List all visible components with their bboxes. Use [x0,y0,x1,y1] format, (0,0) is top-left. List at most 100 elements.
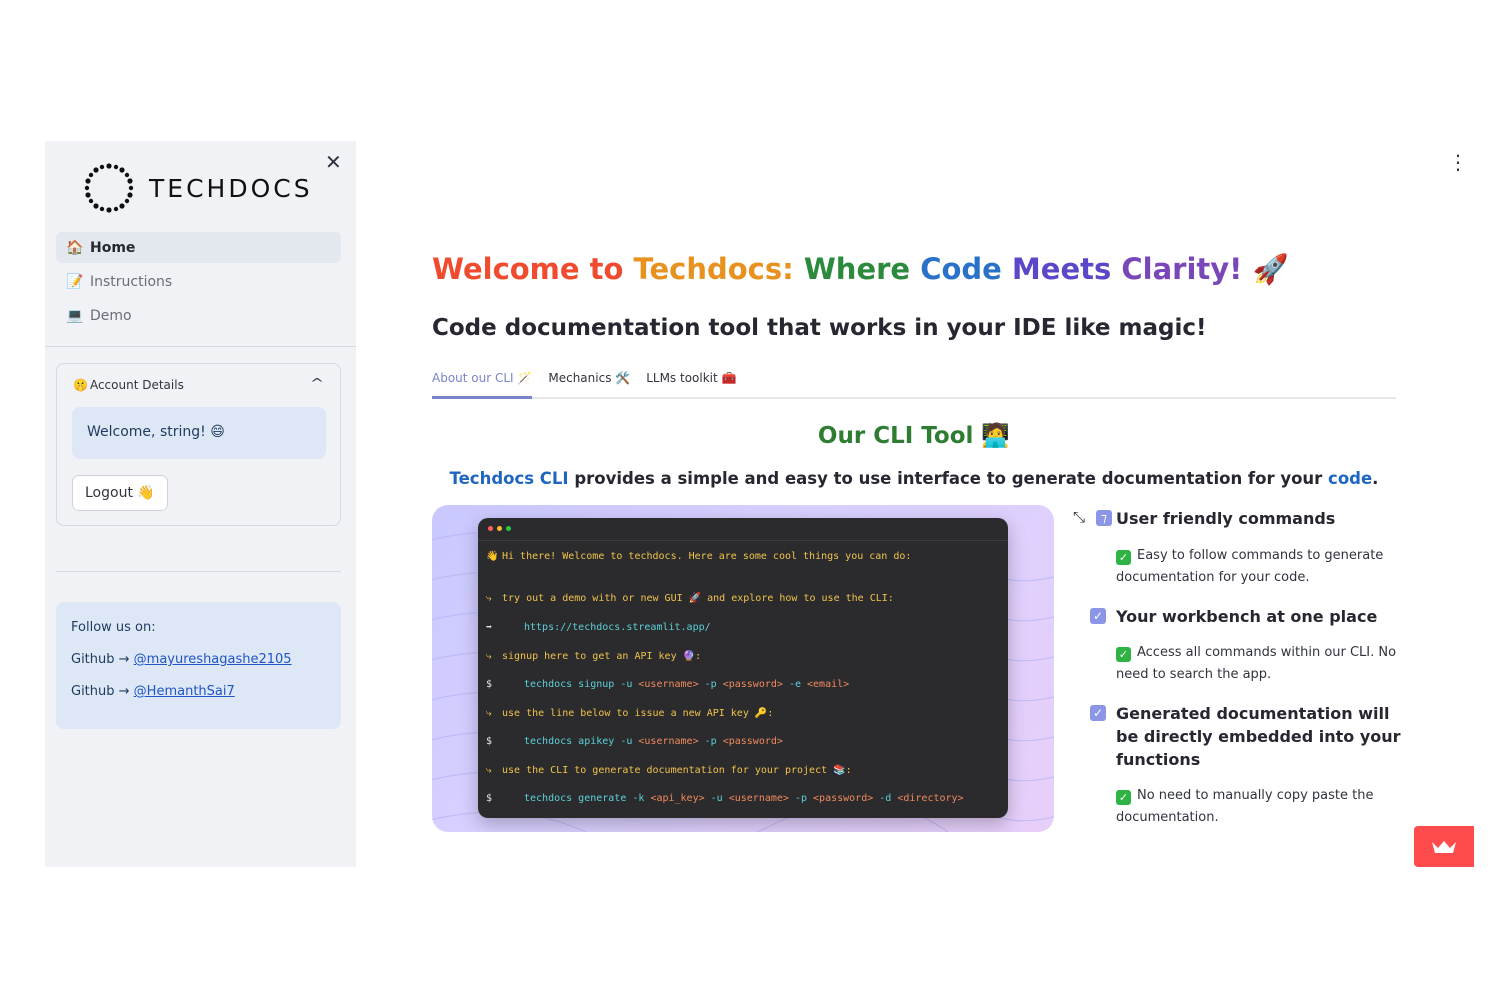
title-part: Clarity! [1121,252,1253,286]
code-text: code [1328,469,1373,488]
terminal-cmd: techdocs signup -u [524,679,639,690]
memo-icon: 📝 [66,273,84,290]
terminal-cmd: techdocs apikey -u [524,736,639,747]
terminal-line: ➡ https://techdocs.streamlit.app/ [486,622,711,633]
page-title: Welcome to Techdocs: Where Code Meets Cl… [432,252,1289,287]
terminal-arg: <username> [638,736,699,747]
tab-llms-toolkit[interactable]: LLMs toolkit 🧰 [646,369,736,399]
terminal-line: $ techdocs generate -k <api_key> -u <user… [486,793,964,804]
link-prefix: Github → [71,684,134,699]
close-dot-icon [488,526,493,531]
terminal-text: and explore how to use the CLI: [707,593,894,604]
desc-text: . [1372,469,1379,488]
maximize-dot-icon [506,526,511,531]
green-check-icon: ✓ [1116,647,1131,662]
follow-link-row: Github → @mayureshagashe2105 [71,652,326,667]
section-title: Our CLI Tool 🧑‍💻 [817,423,1011,449]
feature-title: Generated documentation will be directly… [1116,704,1401,769]
arrow-icon: ⤷ [486,651,492,662]
rocket-icon: 🚀 [688,593,702,604]
expander-header[interactable]: 🤫 Account Details [73,378,184,392]
prompt-icon: $ [486,793,493,804]
main-menu-icon[interactable]: ⋮ [1448,152,1468,172]
rocket-icon: 🚀 [1252,252,1289,286]
terminal-arg: <api_key> [650,793,705,804]
follow-us-box: Follow us on: Github → @mayureshagashe21… [56,602,341,729]
title-part: Welcome to [432,252,634,286]
sidebar-item-instructions[interactable]: 📝 Instructions [56,266,341,297]
terminal-cmd: -p [698,679,723,690]
bullet-icon: ➡ [486,622,493,633]
sidebar-divider [56,571,341,572]
terminal-cmd: -p [698,736,723,747]
feature-desc: ✓ No need to manually copy paste the docu… [1116,785,1406,829]
green-check-icon: ✓ [1116,550,1131,565]
terminal-text: use the CLI to generate documentation fo… [502,765,828,776]
sidebar-item-label: Instructions [90,273,173,290]
sidebar-item-label: Home [90,239,136,256]
title-part: Where [803,252,921,286]
terminal-arg: <directory> [897,793,964,804]
terminal-cmd: -p [788,793,814,804]
page-subtitle: Code documentation tool that works in yo… [432,315,1207,341]
terminal-image: 👋 Hi there! Welcome to techdocs. Here are… [432,505,1054,832]
terminal-text: Hi there! Welcome to techdocs. Here are … [502,551,912,562]
feature-desc-text: No need to manually copy paste the docum… [1116,788,1374,825]
tab-bar: About our CLI 🪄 Mechanics 🛠️ LLMs toolki… [432,369,1396,399]
prompt-icon: $ [486,679,493,690]
sidebar-item-label: Demo [90,307,132,324]
sidebar-item-demo[interactable]: 💻 Demo [56,300,341,331]
terminal-line: ⤷ try out a demo with or new GUI 🚀 and ex… [486,593,894,604]
checkbox-icon: ✓ [1090,705,1106,721]
terminal-line: $ techdocs apikey -u <username> -p <passw… [486,736,783,747]
feature-title: User friendly commands [1116,509,1336,528]
tab-mechanics[interactable]: Mechanics 🛠️ [548,369,630,399]
terminal-arg: <email> [807,679,850,690]
github-link-mayuresh[interactable]: @mayureshagashe2105 [134,652,292,667]
logo-dots-icon [84,163,134,213]
welcome-message: Welcome, string! 😄 [72,407,326,459]
sidebar-nav: 🏠 Home 📝 Instructions 💻 Demo [56,232,341,334]
terminal-text: signup here to get an API key [502,651,677,662]
close-sidebar-icon[interactable]: ✕ [325,152,342,172]
terminal-cmd: techdocs generate -k [524,793,651,804]
chevron-up-icon[interactable]: ^ [310,376,324,390]
terminal-text: try out a demo with or new GUI [502,593,683,604]
terminal-text: use the line below to issue a new API ke… [502,708,749,719]
logout-button[interactable]: Logout 👋 [72,475,168,511]
sidebar-item-home[interactable]: 🏠 Home [56,232,341,263]
crown-icon [1432,840,1456,853]
sidebar-divider [45,346,356,347]
terminal-cmd: -u [704,793,729,804]
arrow-icon: ⤷ [486,708,492,719]
streamlit-crown-button[interactable] [1414,826,1474,867]
books-icon: 📚 [833,765,846,776]
title-part: Code [920,252,1012,286]
terminal-line: ⤷ use the CLI to generate documentation f… [486,765,852,776]
techdocs-logo: TECHDOCS [83,162,313,214]
minimize-dot-icon [497,526,502,531]
terminal-arg: <username> [638,679,699,690]
terminal-arg: <password> [722,736,783,747]
terminal-line: $ techdocs signup -u <username> -p <passw… [486,679,849,690]
checkbox-icon: ✓ [1090,608,1106,624]
tab-about-cli[interactable]: About our CLI 🪄 [432,369,533,399]
expander-title: Account Details [89,378,184,392]
window-controls [488,526,515,531]
arrow-icon: ⤷ [486,593,492,604]
follow-link-row: Github → @HemanthSai7 [71,684,326,699]
crystal-ball-icon: 🔮 [682,651,696,662]
logo-text: TECHDOCS [149,173,313,203]
feature-desc-text: Access all commands within our CLI. No n… [1116,645,1397,682]
terminal-cmd: -d [873,793,898,804]
section-description: Techdocs CLI provides a simple and easy … [432,469,1396,488]
prompt-icon: $ [486,736,493,747]
arrow-icon: ⤷ [486,765,492,776]
account-details-expander: 🤫 Account Details ^ Welcome, string! 😄 L… [56,363,341,526]
follow-title: Follow us on: [71,620,156,635]
terminal-line: ⤷ use the line below to issue a new API k… [486,708,774,719]
techdocs-cli-text: Techdocs CLI [449,469,569,488]
title-part: Techdocs: [633,252,804,286]
github-link-hemanth[interactable]: @HemanthSai7 [134,684,235,699]
expand-arrows-icon: ⤡ [1073,508,1086,526]
